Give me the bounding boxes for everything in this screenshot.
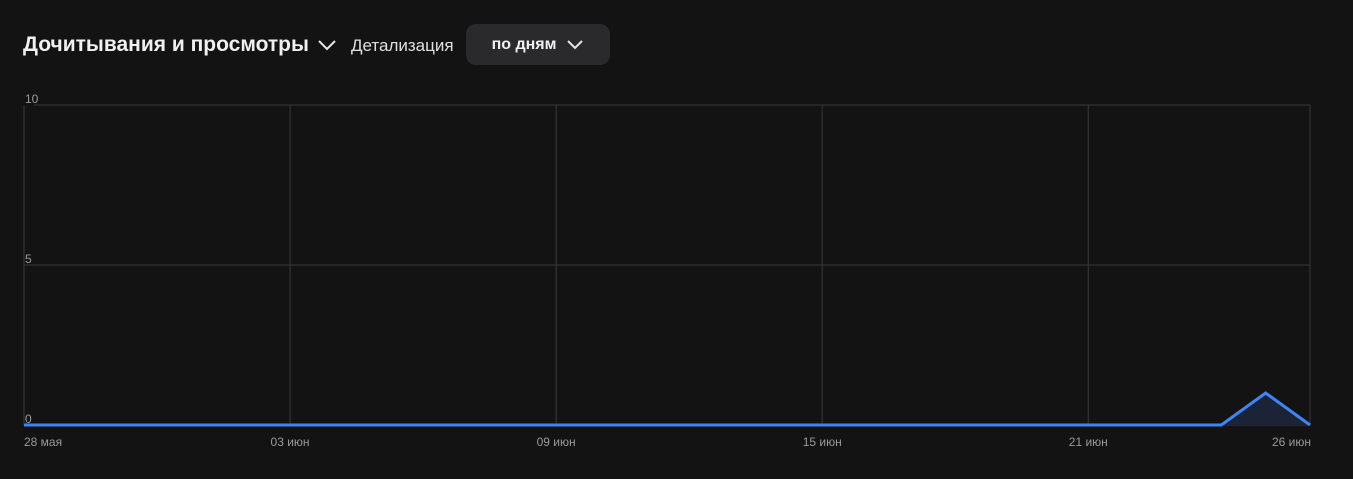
x-tick-label: 26 июн (1272, 435, 1311, 449)
x-tick-label: 21 июн (1069, 435, 1108, 449)
y-tick-label: 10 (25, 92, 39, 106)
series-area (24, 393, 1310, 425)
series-line (24, 391, 1311, 427)
x-tick-label: 15 июн (803, 435, 842, 449)
x-tick-label: 28 мая (24, 435, 62, 449)
x-tick-label: 03 июн (271, 435, 310, 449)
y-tick-label: 5 (25, 252, 32, 266)
x-tick-label: 09 июн (537, 435, 576, 449)
chart: 051028 мая 03 июн 09 июн 15 июн 21 июн 26 июн (23, 92, 1311, 449)
